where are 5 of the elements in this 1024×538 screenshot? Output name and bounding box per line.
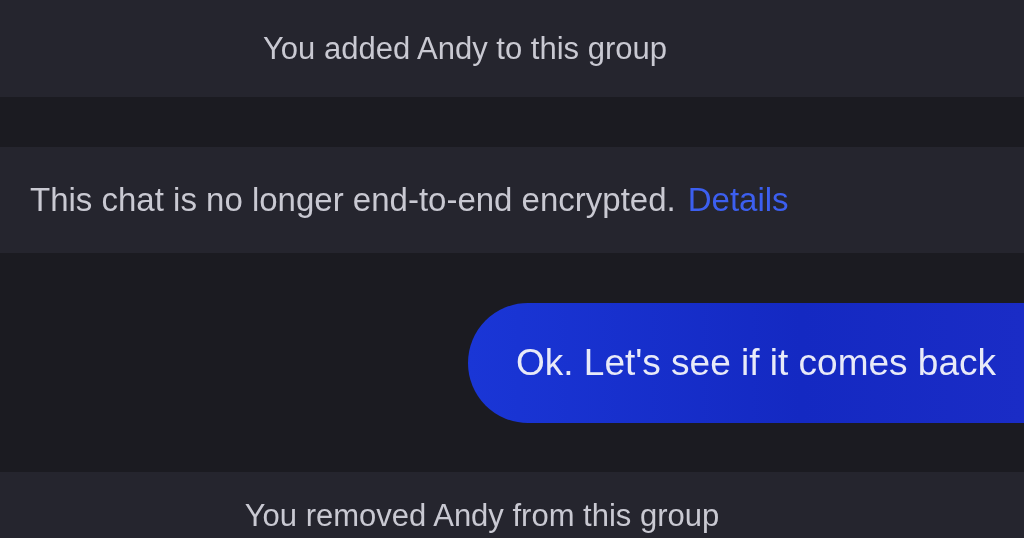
system-message: You added Andy to this group [263, 30, 668, 67]
details-link[interactable]: Details [687, 181, 789, 219]
message-bubble: Ok. Let's see if it comes back [467, 303, 1024, 423]
system-message: You removed Andy from this group [244, 498, 721, 534]
encryption-notice: This chat is no longer end-to-end encrypted. [30, 181, 676, 219]
